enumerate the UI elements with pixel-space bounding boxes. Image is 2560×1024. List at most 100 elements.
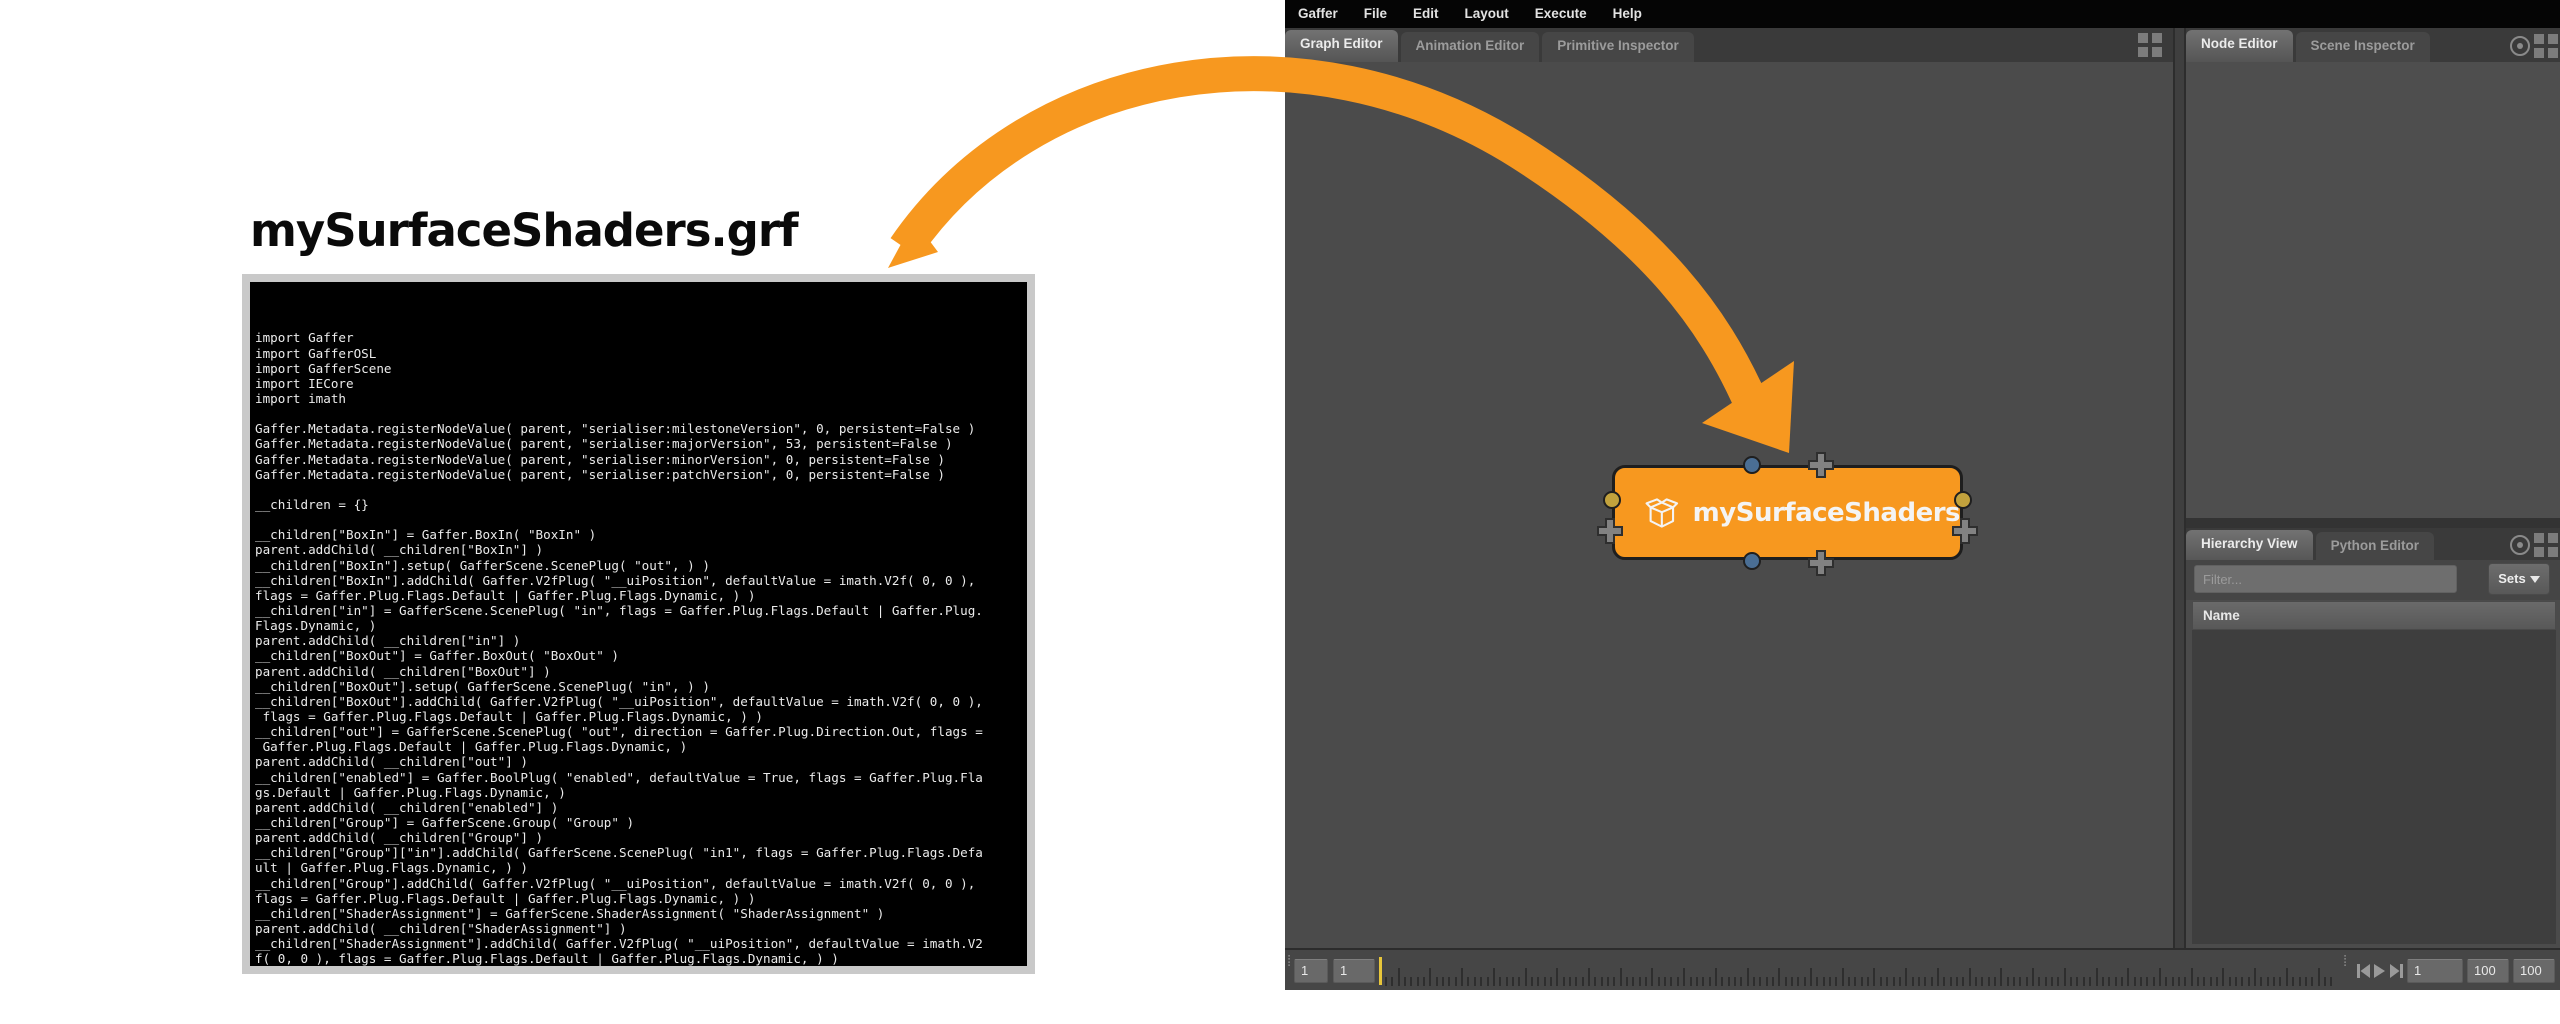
code-line: flags = Gaffer.Plug.Flags.Default | Gaff…: [255, 709, 1022, 724]
code-line: __children["BoxIn"].setup( GafferScene.S…: [255, 558, 1022, 573]
playback-controls[interactable]: [2357, 961, 2405, 981]
code-line: Gaffer.Metadata.registerNodeValue( paren…: [255, 436, 1022, 451]
filter-input[interactable]: [2194, 565, 2457, 593]
name-column-header[interactable]: Name: [2192, 601, 2556, 630]
hierarchy-filter-row: Sets: [2186, 560, 2560, 600]
code-line: gs.Default | Gaffer.Plug.Flags.Dynamic, …: [255, 785, 1022, 800]
tab[interactable]: Python Editor: [2316, 532, 2435, 562]
layout-grid-icon[interactable]: [2534, 533, 2558, 557]
code-line: __children = {}: [255, 497, 1022, 512]
menu-item[interactable]: File: [1351, 0, 1400, 28]
timeline-grip[interactable]: ⁞: [1287, 958, 1293, 982]
code-line: __children["BoxOut"].setup( GafferScene.…: [255, 679, 1022, 694]
pin-target-icon[interactable]: [2510, 36, 2530, 56]
timeline: ⁞ 1 1 ⁞ 1 100 100: [1285, 948, 2560, 990]
tab[interactable]: Primitive Inspector: [1542, 32, 1694, 62]
code-line: __children["Group"]["in"].addChild( Gaff…: [255, 845, 1022, 860]
node-mysurfaceshaders[interactable]: mySurfaceShaders: [1612, 465, 1963, 560]
gaffer-window: GafferFileEditLayoutExecuteHelp Graph Ed…: [1285, 0, 2560, 990]
tab[interactable]: Graph Editor: [1285, 30, 1398, 62]
timeline-grip[interactable]: ⁞: [2343, 958, 2349, 982]
menubar: GafferFileEditLayoutExecuteHelp: [1285, 0, 2560, 28]
tab[interactable]: Hierarchy View: [2186, 530, 2313, 562]
node-left-shader-port[interactable]: [1603, 491, 1621, 509]
code-line: import IECore: [255, 376, 1022, 391]
menu-item[interactable]: Execute: [1522, 0, 1600, 28]
hierarchy-list-body: [2192, 630, 2556, 944]
code-box: import Gafferimport GafferOSLimport Gaff…: [242, 274, 1035, 974]
hierarchy-tabbar: Hierarchy ViewPython Editor: [2186, 528, 2560, 560]
code-line: f( 0, 0 ), flags = Gaffer.Plug.Flags.Def…: [255, 951, 1022, 966]
add-plug-top-icon[interactable]: [1807, 451, 1835, 479]
add-plug-left-icon[interactable]: [1596, 517, 1624, 545]
dropdown-arrow-icon: [2530, 576, 2540, 583]
panel-splitter[interactable]: [2173, 28, 2186, 948]
frame-field[interactable]: 1: [1333, 959, 1375, 983]
tab[interactable]: Animation Editor: [1401, 32, 1540, 62]
current-frame-field[interactable]: 1: [1294, 959, 1328, 983]
add-plug-bottom-icon[interactable]: [1807, 549, 1835, 577]
code-line: __children["Group"].addChild( Gaffer.V2f…: [255, 876, 1022, 891]
code-line: __children["ShaderAssignment"].addChild(…: [255, 936, 1022, 951]
step-back-icon: [2357, 964, 2360, 978]
menu-item[interactable]: Gaffer: [1285, 0, 1351, 28]
code-line: parent.addChild( __children["ShaderAssig…: [255, 921, 1022, 936]
code-line: ult | Gaffer.Plug.Flags.Dynamic, ) ): [255, 860, 1022, 875]
range-end-field[interactable]: 100: [2467, 959, 2509, 983]
graph-editor-tabs: Graph EditorAnimation EditorPrimitive In…: [1285, 44, 1697, 61]
range-start-field[interactable]: 1: [2407, 959, 2463, 983]
menu-item[interactable]: Help: [1600, 0, 1655, 28]
node-editor-tabs: Node EditorScene Inspector: [2186, 44, 2433, 61]
node-editor-tabbar: Node EditorScene Inspector: [2186, 28, 2560, 62]
timeline-ruler[interactable]: [1385, 956, 2337, 986]
node-input-port[interactable]: [1743, 456, 1761, 474]
code-line: Flags.Dynamic, ): [255, 618, 1022, 633]
add-plug-right-icon[interactable]: [1951, 517, 1979, 545]
node-output-port[interactable]: [1743, 552, 1761, 570]
code-line: __children["enabled"] = Gaffer.BoolPlug(…: [255, 770, 1022, 785]
sets-button-label: Sets: [2498, 571, 2525, 586]
play-icon: [2374, 964, 2385, 978]
code-line: __children["out"] = GafferScene.ScenePlu…: [255, 724, 1022, 739]
code-line: [255, 406, 1022, 421]
graph-editor-tabbar: Graph EditorAnimation EditorPrimitive In…: [1285, 28, 2173, 62]
node-right-shader-port[interactable]: [1954, 491, 1972, 509]
panel-splitter-horizontal[interactable]: [2186, 518, 2560, 528]
node-editor-body: [2186, 62, 2560, 518]
code-line: __children["BoxOut"].addChild( Gaffer.V2…: [255, 694, 1022, 709]
node-label: mySurfaceShaders: [1693, 498, 1960, 528]
code-line: [255, 512, 1022, 527]
code-line: __children["BoxIn"] = Gaffer.BoxIn( "Box…: [255, 527, 1022, 542]
end-frame-field[interactable]: 100: [2513, 959, 2555, 983]
pin-target-icon[interactable]: [2510, 535, 2530, 555]
menu-item[interactable]: Edit: [1400, 0, 1452, 28]
code-line: import Gaffer: [255, 330, 1022, 345]
layout-grid-icon[interactable]: [2138, 33, 2162, 57]
code-line: import GafferOSL: [255, 346, 1022, 361]
layout-grid-icon[interactable]: [2534, 34, 2558, 58]
code-line: import GafferScene: [255, 361, 1022, 376]
code-lines: import Gafferimport GafferOSLimport Gaff…: [250, 282, 1027, 966]
timeline-playhead[interactable]: [1379, 957, 1382, 985]
tab[interactable]: Node Editor: [2186, 30, 2293, 62]
tab[interactable]: Scene Inspector: [2296, 32, 2430, 62]
code-line: [255, 482, 1022, 497]
code-line: __children["in"] = GafferScene.ScenePlug…: [255, 603, 1022, 618]
code-line: parent.addChild( __children["Group"] ): [255, 830, 1022, 845]
step-forward-icon: [2390, 964, 2400, 978]
code-line: parent.addChild( __children["in"] ): [255, 633, 1022, 648]
sets-button[interactable]: Sets: [2488, 563, 2550, 595]
code-line: parent.addChild( __children["BoxOut"] ): [255, 664, 1022, 679]
code-line: Gaffer.Metadata.registerNodeValue( paren…: [255, 421, 1022, 436]
code-line: parent.addChild( __children["out"] ): [255, 754, 1022, 769]
hierarchy-tabs: Hierarchy ViewPython Editor: [2186, 544, 2437, 561]
code-line: flags = Gaffer.Plug.Flags.Default | Gaff…: [255, 891, 1022, 906]
code-line: Gaffer.Plug.Flags.Default | Gaffer.Plug.…: [255, 739, 1022, 754]
code-line: Gaffer.Metadata.registerNodeValue( paren…: [255, 452, 1022, 467]
menu-item[interactable]: Layout: [1452, 0, 1522, 28]
code-line: parent.addChild( __children["enabled"] ): [255, 800, 1022, 815]
code-line: parent.addChild( __children["BoxIn"] ): [255, 542, 1022, 557]
code-line: __children["ShaderAssignment"] = GafferS…: [255, 906, 1022, 921]
page: mySurfaceShaders.grf import Gafferimport…: [0, 0, 2560, 1024]
code-line: flags = Gaffer.Plug.Flags.Default | Gaff…: [255, 588, 1022, 603]
